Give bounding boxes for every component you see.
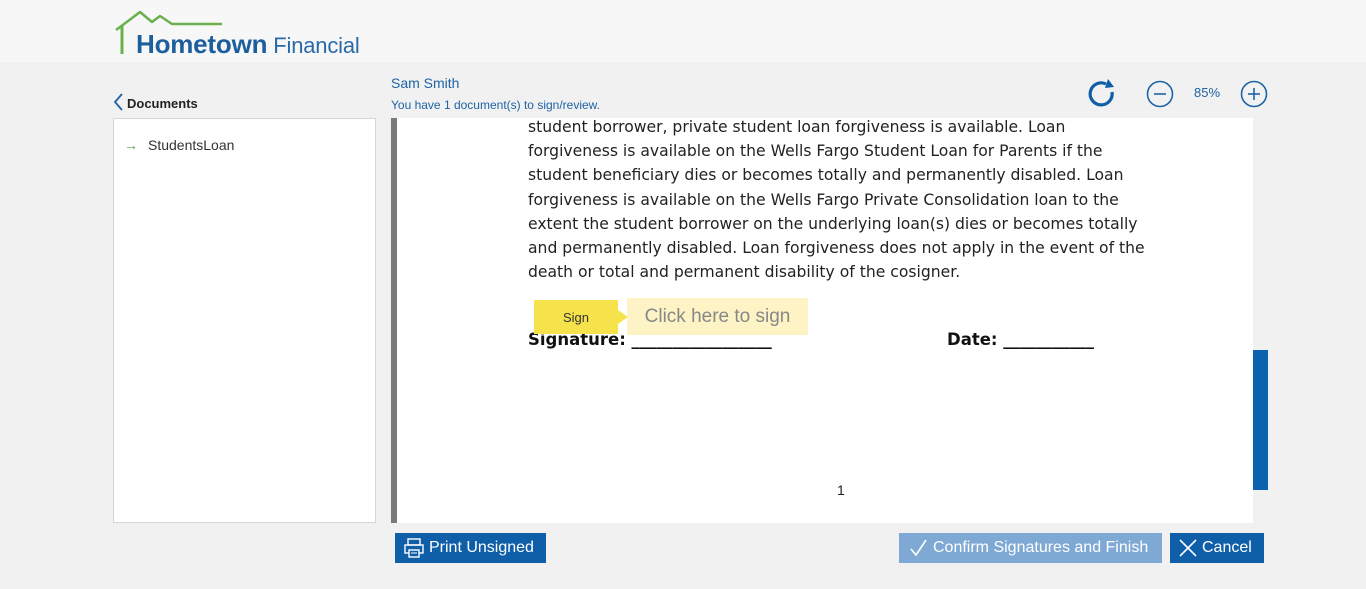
- document-list-panel: → StudentsLoan: [113, 118, 376, 523]
- documents-back-link[interactable]: Documents: [112, 92, 198, 112]
- sign-tag-button[interactable]: Sign: [534, 300, 628, 334]
- date-label: Date: ___________: [947, 330, 1095, 349]
- document-line: student borrower, private student loan f…: [528, 118, 1066, 136]
- confirm-signatures-button[interactable]: Confirm Signatures and Finish: [899, 533, 1162, 563]
- print-unsigned-button[interactable]: Print Unsigned: [395, 533, 546, 563]
- close-icon: [1178, 538, 1198, 558]
- document-body-text: student borrower, private student loan f…: [528, 118, 1168, 284]
- document-line: forgiveness is available on the Wells Fa…: [528, 190, 1119, 209]
- click-here-to-sign-field[interactable]: Click here to sign: [627, 298, 808, 335]
- document-line: extent the student borrower on the under…: [528, 214, 1138, 233]
- chevron-left-icon: [113, 93, 123, 111]
- document-line: forgiveness is available on the Wells Fa…: [528, 142, 1103, 161]
- document-line: death or total and permanent disability …: [528, 263, 961, 282]
- app-header: Hometown Financial: [0, 0, 1366, 62]
- document-viewer[interactable]: student borrower, private student loan f…: [391, 118, 1253, 523]
- arrow-right-icon: →: [124, 137, 138, 153]
- cancel-label: Cancel: [1202, 539, 1252, 556]
- viewer-scrollbar-thumb[interactable]: [1253, 350, 1268, 490]
- document-line: and permanently disabled. Loan forgivene…: [528, 239, 1145, 258]
- viewer-left-rail: [391, 118, 397, 523]
- page-number: 1: [837, 482, 845, 498]
- logo-name-light: Financial: [273, 33, 360, 58]
- refresh-icon[interactable]: [1086, 78, 1118, 110]
- zoom-in-icon[interactable]: [1240, 80, 1268, 108]
- zoom-level: 85%: [1193, 85, 1221, 100]
- documents-to-sign-message: You have 1 document(s) to sign/review.: [391, 98, 601, 112]
- printer-icon: [403, 537, 425, 559]
- document-list-item[interactable]: → StudentsLoan: [124, 137, 234, 153]
- cancel-button[interactable]: Cancel: [1170, 533, 1264, 563]
- zoom-out-icon[interactable]: [1146, 80, 1174, 108]
- user-name: Sam Smith: [391, 75, 460, 91]
- hometown-financial-logo[interactable]: Hometown Financial: [114, 10, 404, 60]
- checkmark-icon: [909, 538, 929, 558]
- print-unsigned-label: Print Unsigned: [429, 539, 534, 556]
- logo-wordmark: Hometown Financial: [136, 29, 360, 60]
- logo-name-bold: Hometown: [136, 29, 268, 59]
- document-list-item-label: StudentsLoan: [148, 137, 235, 153]
- document-line: student beneficiary dies or becomes tota…: [528, 166, 1124, 185]
- confirm-signatures-label: Confirm Signatures and Finish: [933, 539, 1149, 556]
- documents-back-label: Documents: [127, 96, 198, 111]
